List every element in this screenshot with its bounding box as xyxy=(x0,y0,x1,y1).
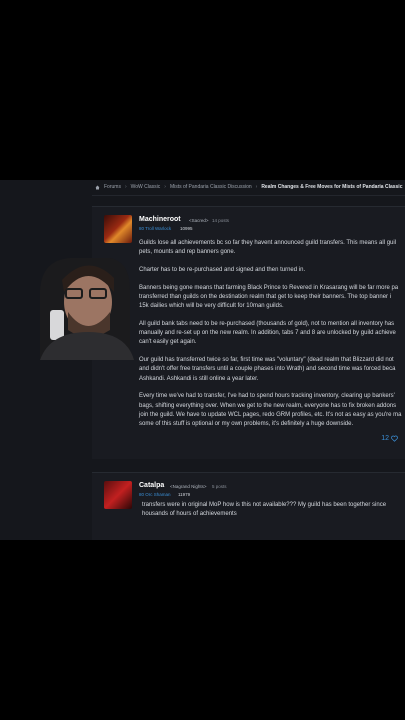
header-divider xyxy=(92,195,405,196)
achievement-points: 10995 xyxy=(180,226,193,231)
guild-tag: <Nagrand Nights> xyxy=(170,484,207,489)
achievement-points: 11979 xyxy=(178,492,191,497)
breadcrumb-wow-classic[interactable]: WoW Classic xyxy=(131,184,161,190)
post-paragraph: All guild bank tabs need to be re-purcha… xyxy=(139,321,396,346)
post-count: 14 posts xyxy=(212,218,230,223)
post-line: housands of hours of achievements xyxy=(142,511,237,518)
post-count: 5 posts xyxy=(212,484,227,489)
breadcrumb-separator: › xyxy=(164,184,166,190)
character-class[interactable]: 80 Orc Shaman xyxy=(139,492,171,497)
post-paragraph: Banners being gone means that farming Bl… xyxy=(139,284,399,310)
heart-icon xyxy=(391,435,398,442)
like-count: 12 xyxy=(381,435,389,442)
avatar[interactable] xyxy=(104,481,132,509)
avatar[interactable] xyxy=(104,215,132,243)
like-button[interactable]: 12 xyxy=(381,435,398,442)
streamer-webcam xyxy=(40,258,134,360)
post-paragraph: Guilds lose all achievements bc so far t… xyxy=(139,240,397,256)
breadcrumb-forums[interactable]: Forums xyxy=(104,184,121,190)
username[interactable]: Catalpa xyxy=(139,482,164,489)
post-line: transfers were in original MoP how is th… xyxy=(142,502,387,508)
microphone xyxy=(50,310,64,340)
character-class[interactable]: 80 Troll Warlock xyxy=(139,226,171,231)
breadcrumb-separator: › xyxy=(124,184,127,190)
breadcrumb: Forums › WoW Classic › Mists of Pandaria… xyxy=(95,184,402,190)
breadcrumb-separator: › xyxy=(255,184,258,190)
guild-tag: <Sacred> xyxy=(189,218,209,223)
post-body: Guilds lose all achievements bc so far t… xyxy=(139,239,405,438)
post-paragraph: Every time we've had to transfer, I've h… xyxy=(139,393,402,428)
forum-post: Catalpa <Nagrand Nights> 5 posts 80 Orc … xyxy=(92,472,405,540)
post-paragraph: Charter has to be re-purchased and signe… xyxy=(139,267,306,273)
breadcrumb-mop-discussion[interactable]: Mists of Pandaria Classic Discussion xyxy=(170,184,252,190)
post-paragraph: Our guild has transferred twice so far, … xyxy=(139,357,396,382)
home-icon[interactable] xyxy=(95,185,100,190)
breadcrumb-current-thread[interactable]: Realm Changes & Free Moves for Mists of … xyxy=(261,184,402,190)
post-body: transfers were in original MoP how is th… xyxy=(142,501,405,519)
forum-view: Forums › WoW Classic › Mists of Pandaria… xyxy=(0,180,405,540)
username[interactable]: Machineroot xyxy=(139,216,181,223)
